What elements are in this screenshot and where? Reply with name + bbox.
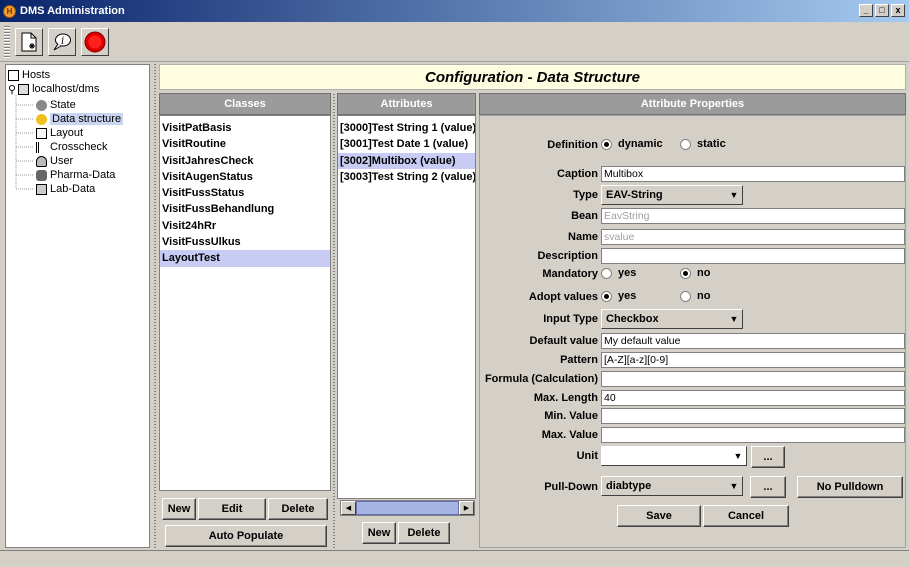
scroll-thumb[interactable]	[356, 501, 459, 515]
class-new-button[interactable]: New	[162, 498, 196, 520]
formula-field[interactable]	[601, 371, 905, 387]
min-value-label: Min. Value	[544, 410, 598, 422]
bean-field[interactable]: EavString	[601, 208, 905, 224]
properties-heading: Attribute Properties	[479, 93, 906, 115]
class-edit-button[interactable]: Edit	[198, 498, 266, 520]
max-value-label: Max. Value	[541, 429, 598, 441]
stop-button[interactable]	[81, 27, 109, 56]
save-button[interactable]: Save	[617, 505, 701, 527]
caption-label: Caption	[557, 168, 598, 180]
pattern-field[interactable]: [A-Z][a-z][0-9]	[601, 352, 905, 368]
toolbar-grip[interactable]	[4, 25, 10, 58]
mandatory-yes-radio[interactable]: yes	[601, 267, 636, 279]
name-label: Name	[568, 231, 598, 243]
list-item[interactable]: VisitFussUlkus	[160, 234, 330, 250]
list-item-selected[interactable]: [3002]Multibox (value)	[338, 152, 475, 169]
unit-browse-button[interactable]: ...	[751, 446, 785, 468]
unit-select[interactable]: ▼	[601, 446, 747, 466]
input-type-select[interactable]: Checkbox ▼	[601, 309, 743, 329]
info-bubble-icon: i	[53, 33, 71, 50]
type-label: Type	[573, 189, 598, 201]
description-field[interactable]	[601, 248, 905, 264]
pattern-label: Pattern	[560, 354, 598, 366]
tree-splitter[interactable]	[151, 64, 159, 548]
chevron-down-icon: ▼	[729, 481, 739, 491]
maximize-button[interactable]: □	[875, 4, 889, 17]
max-length-field[interactable]: 40	[601, 390, 905, 406]
app-logo-icon: H	[3, 4, 16, 18]
toolbar: i	[0, 22, 909, 62]
title-bar: H DMS Administration _ □ x	[0, 0, 909, 22]
type-select[interactable]: EAV-String ▼	[601, 185, 743, 205]
default-value-field[interactable]: My default value	[601, 333, 905, 349]
tree-lines	[15, 95, 34, 190]
min-value-field[interactable]	[601, 408, 905, 424]
max-length-label: Max. Length	[533, 392, 598, 404]
list-item[interactable]: VisitJahresCheck	[160, 153, 330, 169]
no-pulldown-button[interactable]: No Pulldown	[797, 476, 903, 498]
attribute-delete-button[interactable]: Delete	[398, 522, 450, 544]
list-item[interactable]: VisitFussBehandlung	[160, 201, 330, 217]
caption-field[interactable]: Multibox	[601, 166, 905, 182]
stop-icon	[84, 31, 106, 52]
adopt-no-radio[interactable]: no	[680, 290, 710, 302]
app-window: H DMS Administration _ □ x i Hosts ⚲ loca…	[0, 0, 909, 567]
new-document-icon	[21, 32, 37, 51]
auto-populate-button[interactable]: Auto Populate	[165, 525, 327, 547]
new-document-button[interactable]	[15, 27, 43, 56]
list-item[interactable]: VisitFussStatus	[160, 185, 330, 201]
formula-label: Formula (Calculation)	[484, 373, 598, 385]
list-item-selected[interactable]: LayoutTest	[160, 250, 330, 267]
default-value-label: Default value	[529, 335, 598, 347]
list-item[interactable]: [3003]Test String 2 (value)	[338, 169, 475, 185]
mandatory-label: Mandatory	[542, 268, 598, 280]
attribute-new-button[interactable]: New	[362, 522, 396, 544]
scroll-right-arrow-icon[interactable]: ▶	[459, 501, 474, 515]
definition-dynamic-radio[interactable]: dynamic	[601, 138, 663, 150]
mandatory-no-radio[interactable]: no	[680, 267, 710, 279]
definition-label: Definition	[547, 139, 598, 151]
input-type-label: Input Type	[543, 313, 598, 325]
minimize-button[interactable]: _	[859, 4, 873, 17]
chevron-down-icon: ▼	[729, 190, 739, 200]
list-item[interactable]: Visit24hRr	[160, 218, 330, 234]
unit-label: Unit	[576, 450, 598, 462]
name-field[interactable]: svalue	[601, 229, 905, 245]
close-button[interactable]: x	[891, 4, 905, 17]
pulldown-label: Pull-Down	[544, 481, 598, 493]
window-title: DMS Administration	[20, 5, 125, 17]
description-label: Description	[537, 250, 598, 262]
max-value-field[interactable]	[601, 427, 905, 443]
pulldown-select[interactable]: diabtype ▼	[601, 476, 743, 496]
adopt-values-label: Adopt values	[528, 291, 598, 303]
list-item[interactable]: VisitAugenStatus	[160, 169, 330, 185]
config-title: Configuration - Data Structure	[159, 64, 906, 90]
classes-list: VisitPatBasis VisitRoutine VisitJahresCh…	[159, 115, 331, 491]
host-tree: Hosts ⚲ localhost/dms State Data structur…	[5, 64, 150, 548]
cancel-button[interactable]: Cancel	[703, 505, 789, 527]
attributes-hscrollbar[interactable]: ◀ ▶	[340, 500, 475, 516]
bean-label: Bean	[571, 210, 598, 222]
list-item[interactable]: [3000]Test String 1 (value)	[338, 120, 475, 136]
classes-heading: Classes	[159, 93, 331, 115]
status-bar	[0, 550, 909, 567]
pulldown-browse-button[interactable]: ...	[750, 476, 786, 498]
attribute-properties-panel: Definition dynamic static Caption Multib…	[479, 115, 906, 548]
scroll-left-arrow-icon[interactable]: ◀	[341, 501, 356, 515]
svg-text:i: i	[61, 36, 64, 47]
class-delete-button[interactable]: Delete	[268, 498, 328, 520]
adopt-yes-radio[interactable]: yes	[601, 290, 636, 302]
list-item[interactable]: VisitRoutine	[160, 136, 330, 152]
list-item[interactable]: VisitPatBasis	[160, 120, 330, 136]
chevron-down-icon: ▼	[729, 314, 739, 324]
attributes-list: [3000]Test String 1 (value) [3001]Test D…	[337, 115, 476, 499]
info-button[interactable]: i	[48, 27, 76, 56]
attributes-heading: Attributes	[337, 93, 476, 115]
definition-static-radio[interactable]: static	[680, 138, 726, 150]
list-item[interactable]: [3001]Test Date 1 (value)	[338, 136, 475, 152]
chevron-down-icon: ▼	[733, 451, 743, 461]
